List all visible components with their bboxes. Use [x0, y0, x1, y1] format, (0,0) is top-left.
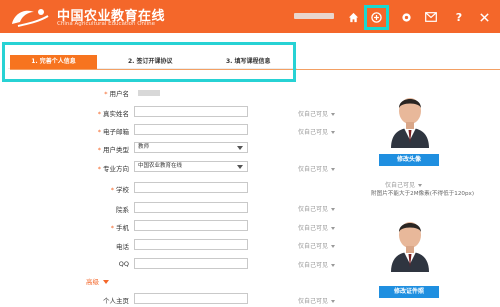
top-header: 中国农业教育在线 China Agricultural Education On…: [0, 0, 500, 33]
chevron-down-icon: [103, 280, 109, 284]
mobile-label: * 手机: [110, 224, 129, 232]
homepage-input[interactable]: [134, 293, 248, 304]
major-privacy[interactable]: 仅自己可见: [298, 164, 336, 173]
major-label: * 专业方向: [97, 165, 129, 173]
phone-input[interactable]: [134, 239, 248, 250]
qq-privacy[interactable]: 仅自己可见: [298, 260, 336, 269]
change-avatar-button[interactable]: 修改头像: [379, 154, 439, 166]
close-icon[interactable]: [475, 8, 493, 26]
avatar-note: 附图片不能大于2M像素(不得低于120px): [371, 191, 475, 197]
mail-icon[interactable]: [422, 8, 440, 26]
phone-label: 电话: [116, 243, 129, 251]
home-icon[interactable]: [344, 8, 362, 26]
chevron-down-icon: [237, 146, 243, 150]
logo-icon: [12, 9, 49, 27]
avatar-privacy[interactable]: 仅自己可见: [385, 180, 423, 189]
realname-privacy[interactable]: 仅自己可见: [298, 109, 336, 118]
user-name-blurred[interactable]: [294, 13, 334, 19]
highlighted-icon-box: [364, 5, 389, 30]
qq-input[interactable]: [134, 258, 248, 269]
chevron-down-icon: [237, 165, 243, 169]
mobile-input[interactable]: [134, 220, 248, 231]
homepage-privacy[interactable]: 仅自己可见: [298, 296, 336, 305]
email-privacy[interactable]: 仅自己可见: [298, 127, 336, 136]
username-label: * 用户名: [104, 90, 129, 98]
email-label: * 电子邮箱: [97, 128, 129, 136]
help-icon[interactable]: ?: [450, 8, 468, 26]
phone-privacy[interactable]: 仅自己可见: [298, 241, 336, 250]
school-label: * 学校: [110, 186, 129, 194]
homepage-label: 个人主页: [103, 297, 129, 305]
change-id-photo-button[interactable]: 修改证件照: [379, 286, 439, 298]
id-photo-icon: [391, 222, 429, 272]
realname-label: * 真实姓名: [97, 110, 129, 118]
advanced-toggle[interactable]: 高级: [86, 276, 109, 286]
realname-input[interactable]: [134, 106, 248, 117]
department-label: 院系: [116, 206, 129, 214]
department-input[interactable]: [134, 202, 248, 213]
username-value: [138, 90, 160, 96]
department-privacy[interactable]: 仅自己可见: [298, 204, 336, 213]
site-subtitle: China Agricultural Education Online: [57, 21, 155, 27]
email-input[interactable]: [134, 124, 248, 135]
avatar-icon: [391, 98, 429, 148]
usertype-select[interactable]: 教师: [134, 142, 248, 153]
major-select[interactable]: 中国农业教育在线: [134, 161, 248, 172]
mobile-privacy[interactable]: 仅自己可见: [298, 223, 336, 232]
usertype-label: * 用户类型: [97, 146, 129, 154]
user-settings-icon[interactable]: [397, 8, 415, 26]
steps-highlight-frame: [2, 42, 296, 82]
qq-label: QQ: [118, 260, 129, 268]
school-input[interactable]: [134, 182, 248, 193]
